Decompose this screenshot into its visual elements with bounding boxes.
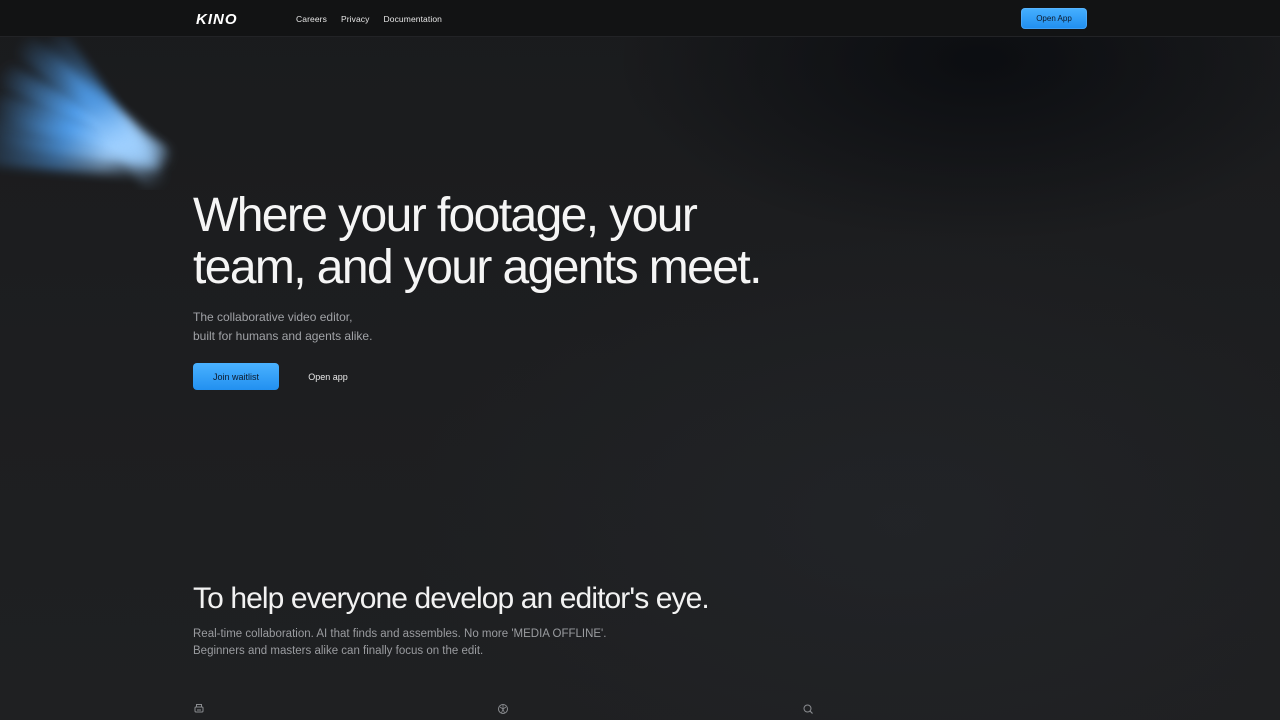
open-app-header-button[interactable]: Open App bbox=[1021, 8, 1087, 29]
nav-link-documentation[interactable]: Documentation bbox=[384, 14, 442, 24]
hero-subtitle: The collaborative video editor, built fo… bbox=[193, 308, 761, 346]
nav-link-privacy[interactable]: Privacy bbox=[341, 14, 370, 24]
section-title: To help everyone develop an editor's eye… bbox=[193, 582, 710, 615]
logo-text: KINO bbox=[196, 11, 238, 26]
features-intro-section: To help everyone develop an editor's eye… bbox=[193, 580, 710, 660]
hero-cta-group: Join waitlist Open app bbox=[193, 363, 761, 390]
printer-icon bbox=[194, 704, 204, 713]
hero-title-line-1: Where your footage, your bbox=[193, 189, 698, 242]
kino-logo[interactable]: KINO bbox=[196, 11, 274, 26]
search-icon bbox=[803, 704, 813, 714]
section-description-line-1: Real-time collaboration. AI that finds a… bbox=[193, 628, 607, 640]
hero-section: Where your footage, your team, and your … bbox=[193, 189, 762, 390]
hero-decorative-blur bbox=[0, 20, 190, 190]
top-navigation-bar: KINO Careers Privacy Documentation Open … bbox=[0, 0, 1280, 37]
main-nav: Careers Privacy Documentation bbox=[296, 0, 442, 37]
hero-subtitle-line-2: built for humans and agents alike. bbox=[193, 329, 373, 343]
section-description: Real-time collaboration. AI that finds a… bbox=[193, 626, 709, 660]
hero-title-line-2: team, and your agents meet. bbox=[193, 241, 762, 294]
section-description-line-2: Beginners and masters alike can finally … bbox=[193, 645, 484, 657]
join-waitlist-button[interactable]: Join waitlist bbox=[193, 363, 279, 390]
hero-subtitle-line-1: The collaborative video editor, bbox=[193, 310, 353, 324]
nav-link-careers[interactable]: Careers bbox=[296, 14, 327, 24]
open-app-button[interactable]: Open app bbox=[285, 363, 371, 390]
aperture-icon bbox=[498, 704, 508, 714]
hero-title: Where your footage, your team, and your … bbox=[193, 189, 762, 294]
